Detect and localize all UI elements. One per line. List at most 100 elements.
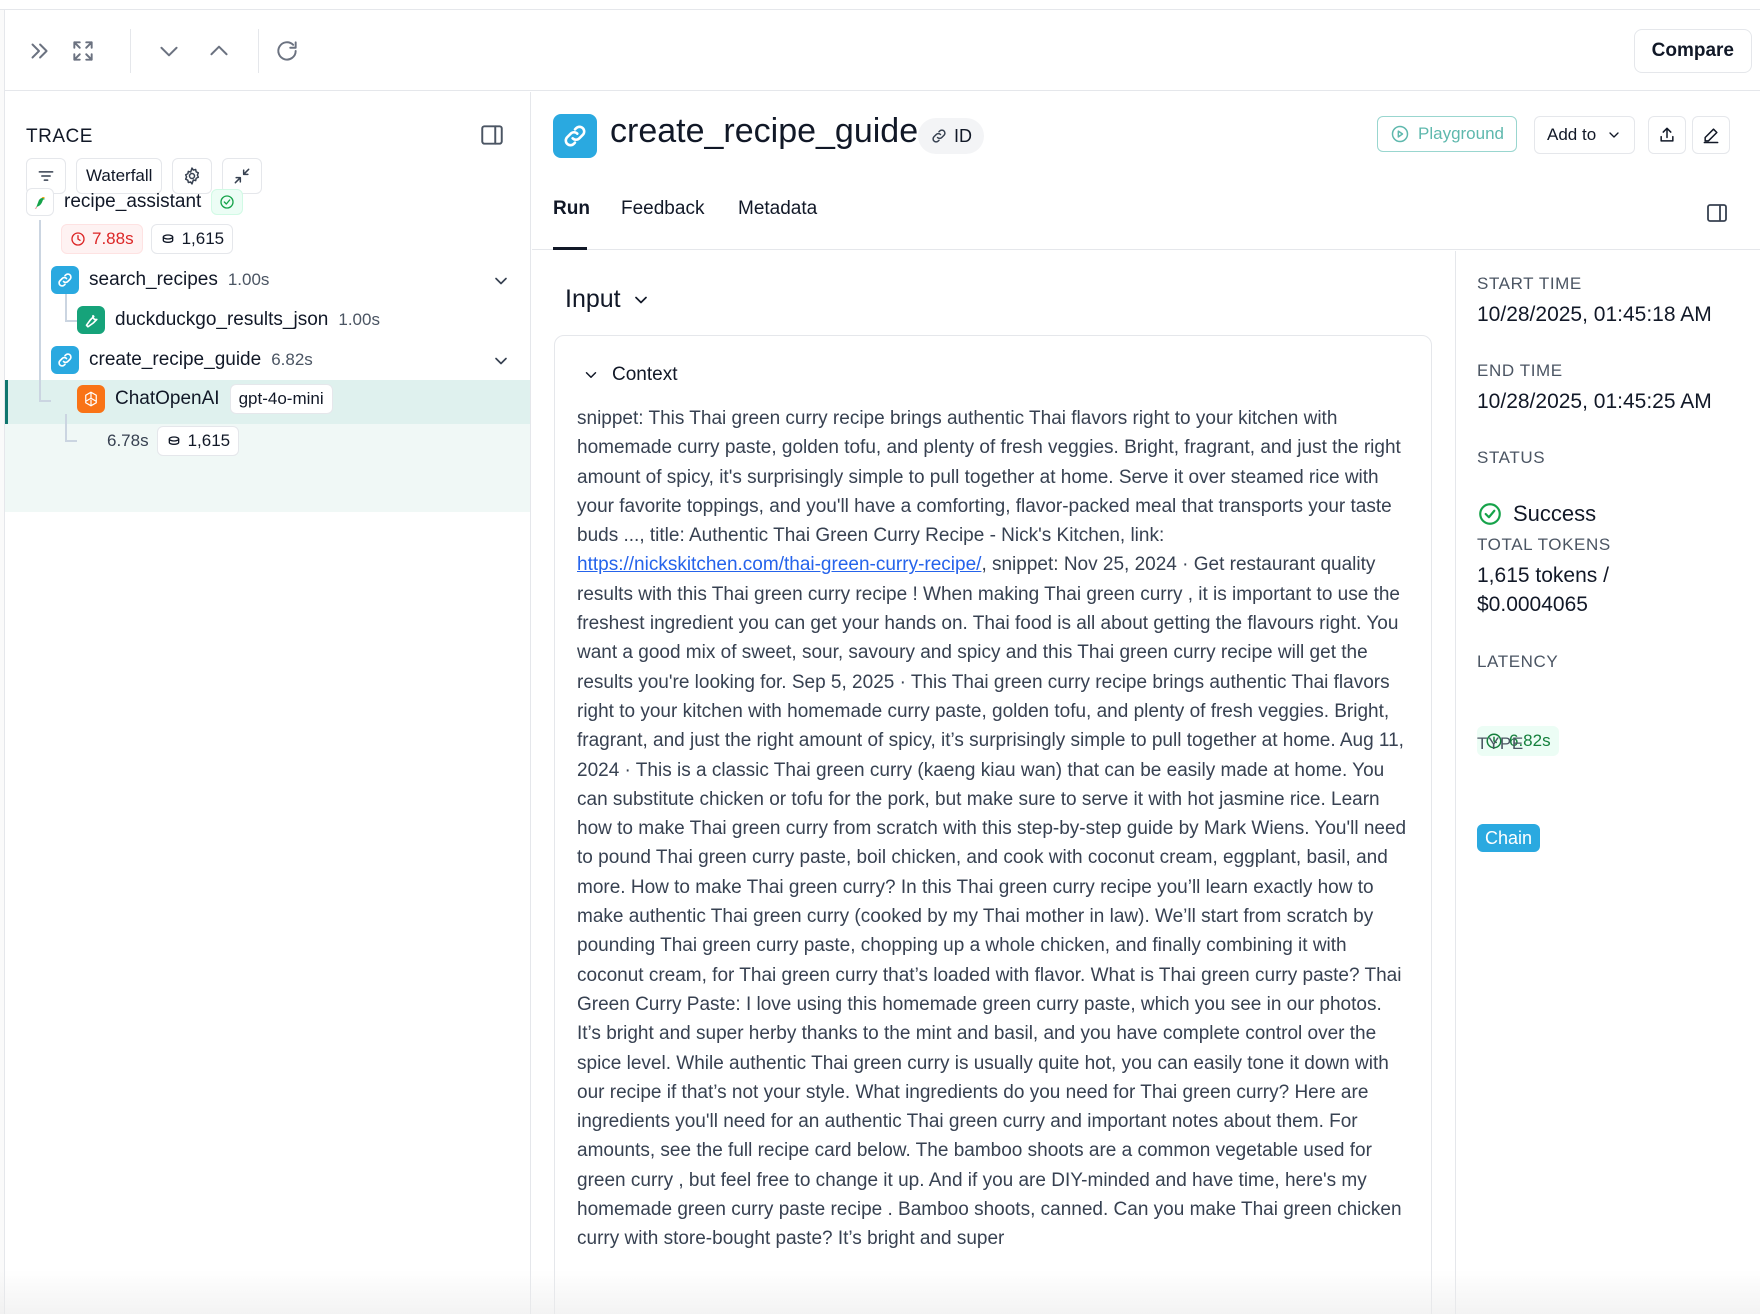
run-title: create_recipe_guide	[610, 112, 919, 150]
node-duration: 6.82s	[271, 350, 313, 369]
status-badge	[211, 189, 244, 215]
tree-connector	[65, 320, 77, 322]
run-details-panel: START TIME 10/28/2025, 01:45:18 AM END T…	[1455, 251, 1760, 1314]
node-name: ChatOpenAI	[115, 388, 220, 409]
tab-feedback[interactable]: Feedback	[621, 198, 704, 220]
gear-icon	[185, 167, 200, 185]
fullscreen-button[interactable]	[63, 31, 103, 71]
play-circle-icon	[1391, 125, 1409, 143]
openai-icon	[77, 385, 105, 413]
recipe-link[interactable]: https://nickskitchen.com/thai-green-curr…	[577, 554, 981, 575]
total-tokens-label: TOTAL TOKENS	[1477, 535, 1611, 554]
id-label: ID	[954, 125, 972, 146]
trace-node-recipe-assistant[interactable]: recipe_assistant	[26, 188, 244, 216]
node-duration: 6.78s	[107, 431, 149, 450]
status-value: Success	[1477, 501, 1596, 527]
filter-icon	[38, 171, 54, 181]
tree-connector	[39, 400, 51, 402]
input-title: Input	[565, 285, 621, 313]
wrench-icon	[77, 306, 105, 334]
input-section-toggle[interactable]: Input	[565, 285, 651, 314]
tree-connector	[65, 440, 77, 442]
coins-icon	[168, 436, 179, 446]
status-text: Success	[1513, 501, 1597, 526]
chevron-up-icon	[210, 45, 228, 56]
upload-icon	[1660, 127, 1674, 142]
share-button[interactable]	[1648, 116, 1686, 154]
child-row-highlight	[5, 424, 530, 512]
playground-label: Playground	[1418, 124, 1505, 143]
toolbar-divider	[258, 29, 259, 73]
trace-node-search-recipes[interactable]: search_recipes 1.00s	[51, 266, 269, 294]
coins-icon	[162, 234, 173, 244]
parrot-icon	[26, 188, 54, 216]
chevrons-right-icon	[31, 43, 48, 59]
trace-node-duckduckgo-results-json[interactable]: duckduckgo_results_json 1.00s	[77, 306, 380, 334]
chevron-down-icon	[634, 296, 647, 303]
tree-connector	[39, 220, 41, 402]
node-duration: 1.00s	[338, 310, 380, 329]
start-time-label: START TIME	[1477, 274, 1582, 293]
run-input-section: Input Context snippet: This Thai green c…	[532, 251, 1455, 1314]
tab-metadata[interactable]: Metadata	[738, 198, 817, 220]
end-time-label: END TIME	[1477, 361, 1563, 380]
context-text-part: , snippet: Nov 25, 2024 · Get restaurant…	[577, 554, 1407, 1250]
link-icon	[51, 266, 79, 294]
context-toggle[interactable]: Context	[582, 364, 677, 386]
chevron-down-icon	[585, 372, 597, 378]
token-count-badge: 1,615	[156, 426, 240, 456]
end-time-value: 10/28/2025, 01:45:25 AM	[1477, 390, 1712, 413]
sidebar-panel-icon	[481, 125, 503, 145]
context-label: Context	[612, 364, 678, 385]
tree-connector	[65, 294, 67, 322]
token-count-value: 1,615	[181, 229, 225, 248]
trace-title: TRACE	[26, 126, 93, 147]
collapse-node-button[interactable]	[491, 351, 511, 371]
trace-node-chatopenai[interactable]: ChatOpenAI gpt-4o-mini	[77, 384, 333, 414]
chevron-down-icon	[160, 46, 178, 57]
tab-run[interactable]: Run	[553, 198, 590, 220]
refresh-button[interactable]	[267, 31, 307, 71]
chevron-down-icon	[1609, 132, 1619, 138]
collapse-node-button[interactable]	[491, 271, 511, 291]
refresh-icon	[277, 41, 297, 61]
link-icon	[51, 346, 79, 374]
token-count-badge: 1,615	[150, 224, 234, 254]
start-time-value: 10/28/2025, 01:45:18 AM	[1477, 303, 1712, 326]
next-run-button[interactable]	[149, 31, 189, 71]
toggle-details-panel-button[interactable]	[1705, 201, 1729, 225]
context-text: snippet: This Thai green curry recipe br…	[577, 404, 1409, 1254]
playground-button[interactable]: Playground	[1377, 116, 1518, 152]
llm-node-metrics: 6.78s 1,615	[107, 426, 240, 456]
copy-id-button[interactable]: ID	[918, 118, 984, 154]
clock-icon	[71, 232, 85, 246]
context-text-part: snippet: This Thai green curry recipe br…	[577, 408, 1401, 547]
trace-panel: TRACE Waterfall recipe_assistant 7.88s 1…	[5, 92, 531, 1314]
active-tab-indicator	[553, 247, 587, 250]
compare-button[interactable]: Compare	[1633, 29, 1752, 73]
previous-run-button[interactable]	[199, 31, 239, 71]
node-name: recipe_assistant	[64, 191, 202, 212]
add-to-dropdown[interactable]: Add to	[1534, 116, 1636, 154]
window-top-edge	[0, 0, 1760, 10]
trace-node-create-recipe-guide[interactable]: create_recipe_guide 6.82s	[51, 346, 313, 374]
total-tokens-value: 1,615 tokens /	[1477, 564, 1609, 587]
toolbar-divider	[130, 29, 131, 73]
check-circle-icon	[220, 195, 234, 209]
annotate-button[interactable]	[1692, 116, 1730, 154]
type-label: TYPE	[1477, 734, 1524, 753]
maximize-icon	[73, 41, 93, 61]
type-badge: Chain	[1477, 824, 1541, 852]
link-icon	[932, 129, 946, 143]
selected-row-marker	[5, 380, 8, 424]
node-name: search_recipes	[89, 269, 218, 290]
node-duration: 1.00s	[227, 270, 270, 289]
expand-sidebar-button[interactable]	[19, 31, 59, 71]
collapse-trace-panel-button[interactable]	[479, 122, 505, 148]
root-node-metrics: 7.88s 1,615	[61, 224, 234, 254]
context-card: Context snippet: This Thai green curry r…	[554, 335, 1432, 1314]
add-to-label: Add to	[1547, 125, 1597, 144]
minimize-icon	[235, 168, 250, 184]
chevron-down-icon	[495, 277, 507, 285]
chevron-down-icon	[495, 357, 507, 365]
